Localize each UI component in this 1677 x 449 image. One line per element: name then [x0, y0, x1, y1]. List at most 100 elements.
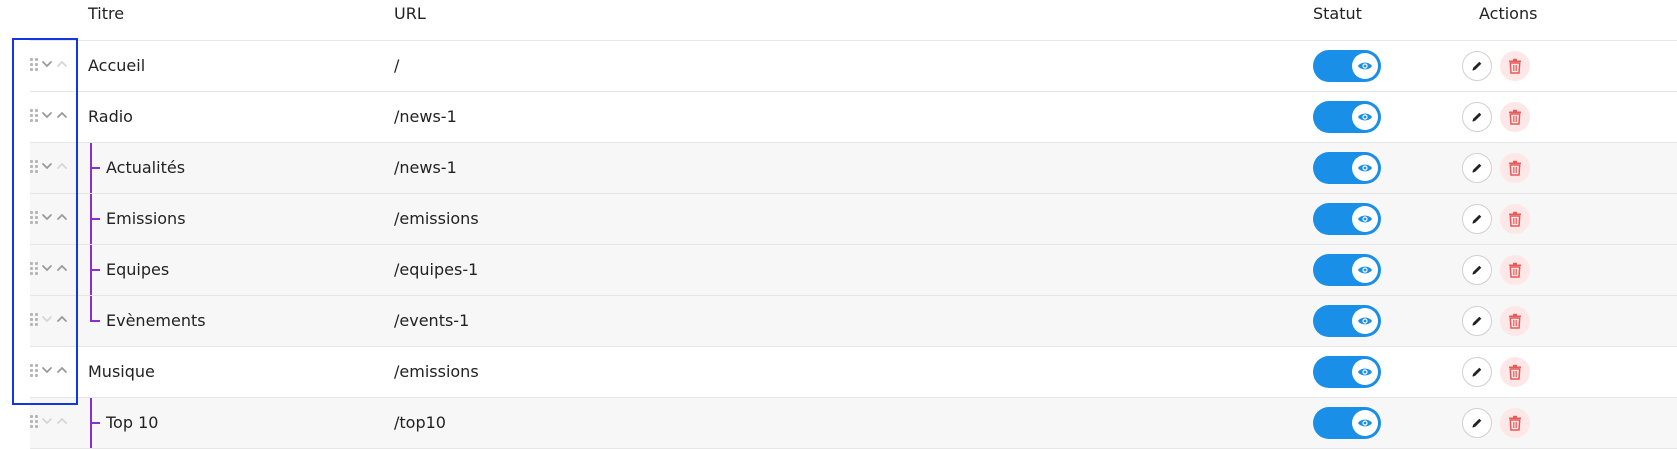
chevron-up-icon[interactable]	[56, 160, 70, 174]
status-toggle[interactable]	[1313, 50, 1381, 82]
edit-button[interactable]	[1462, 255, 1492, 285]
toggle-knob	[1352, 359, 1378, 385]
chevron-up-icon[interactable]	[56, 313, 70, 327]
reorder-controls	[30, 41, 85, 91]
status-toggle[interactable]	[1313, 152, 1381, 184]
tree-connector-branch	[90, 320, 100, 322]
chevron-down-icon[interactable]	[41, 109, 55, 123]
reorder-controls	[30, 194, 85, 244]
chevron-up-icon[interactable]	[56, 58, 70, 72]
row-url: /emissions	[394, 362, 479, 381]
delete-button[interactable]	[1500, 204, 1530, 234]
table-row: Top 10/top10	[30, 398, 1677, 449]
row-title: Evènements	[106, 311, 206, 330]
table-row: Equipes/equipes-1	[30, 245, 1677, 296]
edit-button[interactable]	[1462, 408, 1492, 438]
toggle-knob	[1352, 257, 1378, 283]
row-title: Accueil	[88, 56, 146, 75]
drag-handle-icon[interactable]	[30, 160, 40, 174]
edit-button[interactable]	[1462, 51, 1492, 81]
toggle-knob	[1352, 53, 1378, 79]
row-title: Musique	[88, 362, 155, 381]
delete-button[interactable]	[1500, 102, 1530, 132]
delete-button[interactable]	[1500, 408, 1530, 438]
toggle-knob	[1352, 155, 1378, 181]
row-url: /emissions	[394, 209, 479, 228]
table-row: Musique/emissions	[30, 347, 1677, 398]
drag-handle-icon[interactable]	[30, 58, 40, 72]
drag-handle-icon[interactable]	[30, 109, 40, 123]
row-url: /news-1	[394, 107, 457, 126]
row-title: Actualités	[106, 158, 186, 177]
status-toggle[interactable]	[1313, 356, 1381, 388]
delete-button[interactable]	[1500, 357, 1530, 387]
edit-button[interactable]	[1462, 204, 1492, 234]
edit-button[interactable]	[1462, 153, 1492, 183]
reorder-controls	[30, 143, 85, 193]
table-row: Emissions/emissions	[30, 194, 1677, 245]
table-row: Radio/news-1	[30, 92, 1677, 143]
chevron-down-icon[interactable]	[41, 313, 55, 327]
toggle-knob	[1352, 308, 1378, 334]
table-row: Actualités/news-1	[30, 143, 1677, 194]
drag-handle-icon[interactable]	[30, 211, 40, 225]
chevron-up-icon[interactable]	[56, 211, 70, 225]
tree-connector-branch	[90, 167, 100, 169]
row-url: /top10	[394, 413, 446, 432]
drag-handle-icon[interactable]	[30, 262, 40, 276]
delete-button[interactable]	[1500, 255, 1530, 285]
delete-button[interactable]	[1500, 51, 1530, 81]
column-header-actions: Actions	[1479, 4, 1538, 23]
chevron-up-icon[interactable]	[56, 262, 70, 276]
reorder-controls	[30, 245, 85, 295]
row-title: Emissions	[106, 209, 186, 228]
reorder-controls	[30, 296, 85, 346]
delete-button[interactable]	[1500, 153, 1530, 183]
column-header-url: URL	[394, 4, 426, 23]
tree-connector-branch	[90, 422, 100, 424]
status-toggle[interactable]	[1313, 407, 1381, 439]
chevron-down-icon[interactable]	[41, 364, 55, 378]
reorder-controls	[30, 347, 85, 397]
drag-handle-icon[interactable]	[30, 313, 40, 327]
row-url: /equipes-1	[394, 260, 479, 279]
table-row: Evènements/events-1	[30, 296, 1677, 347]
chevron-up-icon[interactable]	[56, 109, 70, 123]
chevron-down-icon[interactable]	[41, 415, 55, 429]
chevron-up-icon[interactable]	[56, 364, 70, 378]
toggle-knob	[1352, 206, 1378, 232]
chevron-down-icon[interactable]	[41, 211, 55, 225]
tree-connector-branch	[90, 218, 100, 220]
row-url: /events-1	[394, 311, 470, 330]
row-url: /news-1	[394, 158, 457, 177]
menu-table: Titre URL Statut Actions Accueil / Radio/n…	[0, 0, 1677, 449]
drag-handle-icon[interactable]	[30, 364, 40, 378]
row-title: Equipes	[106, 260, 170, 279]
chevron-down-icon[interactable]	[41, 262, 55, 276]
tree-connector-branch	[90, 269, 100, 271]
toggle-knob	[1352, 104, 1378, 130]
toggle-knob	[1352, 410, 1378, 436]
row-title: Top 10	[106, 413, 159, 432]
row-title: Radio	[88, 107, 133, 126]
edit-button[interactable]	[1462, 102, 1492, 132]
reorder-controls	[30, 92, 85, 142]
edit-button[interactable]	[1462, 357, 1492, 387]
status-toggle[interactable]	[1313, 254, 1381, 286]
column-header-status: Statut	[1313, 4, 1362, 23]
drag-handle-icon[interactable]	[30, 415, 40, 429]
delete-button[interactable]	[1500, 306, 1530, 336]
column-header-title: Titre	[88, 4, 125, 23]
row-url: /	[394, 56, 400, 75]
table-row: Accueil /	[30, 41, 1677, 92]
edit-button[interactable]	[1462, 306, 1492, 336]
status-toggle[interactable]	[1313, 101, 1381, 133]
status-toggle[interactable]	[1313, 305, 1381, 337]
status-toggle[interactable]	[1313, 203, 1381, 235]
table-body: Accueil / Radio/news-1 Actualités/news-1 Emi…	[0, 41, 1677, 449]
chevron-up-icon[interactable]	[56, 415, 70, 429]
chevron-down-icon[interactable]	[41, 160, 55, 174]
table-header: Titre URL Statut Actions	[30, 0, 1677, 41]
tree-connector-line	[90, 296, 102, 321]
chevron-down-icon[interactable]	[41, 58, 55, 72]
